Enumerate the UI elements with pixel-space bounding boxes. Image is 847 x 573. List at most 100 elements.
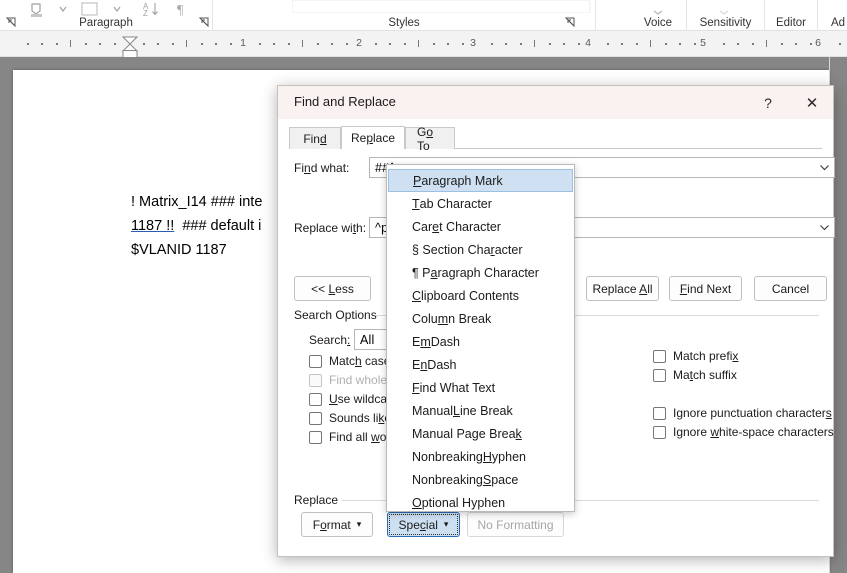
ribbon-group-addins[interactable]: Ad [818, 0, 847, 31]
menu-item-text-post: pace [491, 472, 519, 487]
document-line-2-rest: ### default i [174, 218, 262, 234]
ruler-tick [172, 43, 174, 45]
special-menu-item[interactable]: Manual Line Break [387, 399, 574, 422]
replace-with-chevron-down-icon[interactable] [815, 218, 834, 237]
ruler-tick [810, 43, 812, 45]
dialog-title: Find and Replace [294, 94, 396, 109]
special-menu-item[interactable]: Clipboard Contents [387, 284, 574, 307]
ignore-punctuation-checkbox[interactable] [653, 406, 666, 420]
special-menu-item[interactable]: Em Dash [387, 330, 574, 353]
ruler-tick [70, 40, 71, 47]
special-dropdown-menu[interactable]: Paragraph Mark Tab Character Car e t Charact… [386, 164, 575, 512]
menu-item-text-post: acter [494, 242, 523, 257]
document-line-2-underlined: 1187 !! [131, 218, 175, 234]
replace-group-label: Replace [294, 493, 344, 507]
cancel-button[interactable]: Cancel [754, 276, 827, 301]
ruler-tick [781, 43, 783, 45]
checkbox-ignore-whitespace[interactable]: Ignore white-space characters [653, 425, 834, 439]
menu-item-accelerator: C [412, 288, 422, 303]
special-menu-item[interactable]: Paragraph Mark [388, 169, 573, 192]
ruler-tick [737, 43, 739, 45]
tab-replace-label: Replace [350, 131, 396, 145]
special-menu-item[interactable]: Find What Text [387, 376, 574, 399]
match-case-checkbox[interactable] [309, 354, 322, 368]
close-icon[interactable]: ✕ [793, 86, 831, 119]
ignore-whitespace-label: Ignore white-space characters [673, 425, 834, 439]
replace-all-button[interactable]: Replace All [586, 276, 659, 301]
menu-item-text-post: aragraph Mark [421, 173, 503, 188]
special-menu-item[interactable]: En Dash [387, 353, 574, 376]
match-suffix-checkbox[interactable] [653, 368, 666, 382]
ruler-tick [230, 43, 232, 45]
horizontal-ruler[interactable]: 1 2 3 4 5 6 [0, 31, 847, 58]
ruler-tick [389, 43, 391, 45]
ruler-number: 1 [240, 37, 246, 49]
menu-item-text-pre: Nonbreaking [412, 472, 483, 487]
special-label: Special [398, 517, 438, 532]
less-button[interactable]: << Less [294, 276, 371, 301]
checkbox-find-all-word-forms[interactable]: Find all word [309, 430, 397, 444]
special-menu-item[interactable]: § Section Cha r acter [387, 238, 574, 261]
ribbon-group-sensitivity[interactable]: Sensitivity [687, 0, 765, 31]
checkbox-match-case[interactable]: Match case [309, 354, 390, 368]
checkbox-match-suffix[interactable]: Match suffix [653, 368, 737, 382]
match-prefix-label: Match prefix [673, 349, 739, 363]
paragraph-dialog-launcher-left-icon[interactable] [6, 17, 17, 28]
ribbon-group-voice[interactable]: Voice [630, 0, 687, 31]
special-menu-item[interactable]: Nonbreaking Space [387, 468, 574, 491]
find-next-button[interactable]: Find Next [669, 276, 742, 301]
ruler-tick [186, 40, 187, 47]
menu-item-text-post: Dash [430, 334, 460, 349]
ignore-whitespace-checkbox[interactable] [653, 425, 666, 439]
dialog-tabs[interactable]: Find Replace Go To [289, 125, 822, 153]
checkbox-use-wildcards[interactable]: Use wildcard [309, 392, 398, 406]
menu-item-text-post: t Character [439, 219, 501, 234]
paragraph-dialog-launcher-icon[interactable] [199, 17, 210, 28]
menu-item-text-post: ine Break [459, 403, 513, 418]
special-menu-item[interactable]: Optional Hyphen [387, 491, 574, 514]
ruler-tick [534, 40, 535, 47]
menu-item-text-post: yphen [491, 449, 526, 464]
menu-item-accelerator: k [515, 426, 522, 441]
checkbox-match-prefix[interactable]: Match prefix [653, 349, 738, 363]
ruler-tick [766, 40, 767, 47]
ruler-tick [41, 43, 43, 45]
styles-dialog-launcher-icon[interactable] [565, 17, 576, 28]
use-wildcards-checkbox[interactable] [309, 392, 322, 406]
special-menu-item[interactable]: Colu m n Break [387, 307, 574, 330]
tab-goto[interactable]: Go To [405, 125, 455, 153]
checkbox-ignore-punctuation[interactable]: Ignore punctuation characters [653, 406, 832, 420]
menu-item-accelerator: H [482, 449, 492, 464]
special-menu-item[interactable]: Car e t Character [387, 215, 574, 238]
checkbox-sounds-like[interactable]: Sounds like ( [309, 411, 398, 425]
sounds-like-checkbox[interactable] [309, 411, 322, 425]
menu-item-text-post: n Break [448, 311, 492, 326]
tab-find[interactable]: Find [289, 127, 341, 149]
menu-item-text-pre: E [412, 334, 421, 349]
special-button[interactable]: Special ▾ [387, 512, 460, 537]
ruler-tick [679, 43, 681, 45]
ruler-number: 5 [700, 37, 706, 49]
ruler-tick [27, 43, 29, 45]
format-button[interactable]: Format ▾ [301, 512, 373, 537]
find-what-chevron-down-icon[interactable] [815, 158, 834, 177]
ruler-tick [201, 43, 203, 45]
special-menu-item[interactable]: ¶ Pa ragraph Character [387, 261, 574, 284]
menu-item-text-pre: § Section Cha [412, 242, 491, 257]
special-menu-item[interactable]: Tab Character [387, 192, 574, 215]
ruler-tick [549, 43, 551, 45]
find-whole-words-checkbox [309, 373, 322, 387]
ruler-tick [578, 43, 580, 45]
match-prefix-checkbox[interactable] [653, 349, 666, 363]
find-all-word-forms-checkbox[interactable] [309, 430, 322, 444]
ruler-tick [520, 43, 522, 45]
help-icon[interactable]: ? [749, 86, 787, 119]
special-menu-item[interactable]: Nonbreaking Hyphen [387, 445, 574, 468]
ruler-tick [433, 43, 435, 45]
ribbon-bar: AZ ¶ Paragraph Styles Voice Sensitivity … [0, 0, 847, 31]
special-menu-item[interactable]: Manual Page Brea k [387, 422, 574, 445]
tab-replace[interactable]: Replace [341, 126, 405, 149]
menu-item-accelerator: n [420, 357, 428, 372]
ruler-tick [723, 43, 725, 45]
ribbon-group-editor[interactable]: Editor [765, 0, 818, 31]
